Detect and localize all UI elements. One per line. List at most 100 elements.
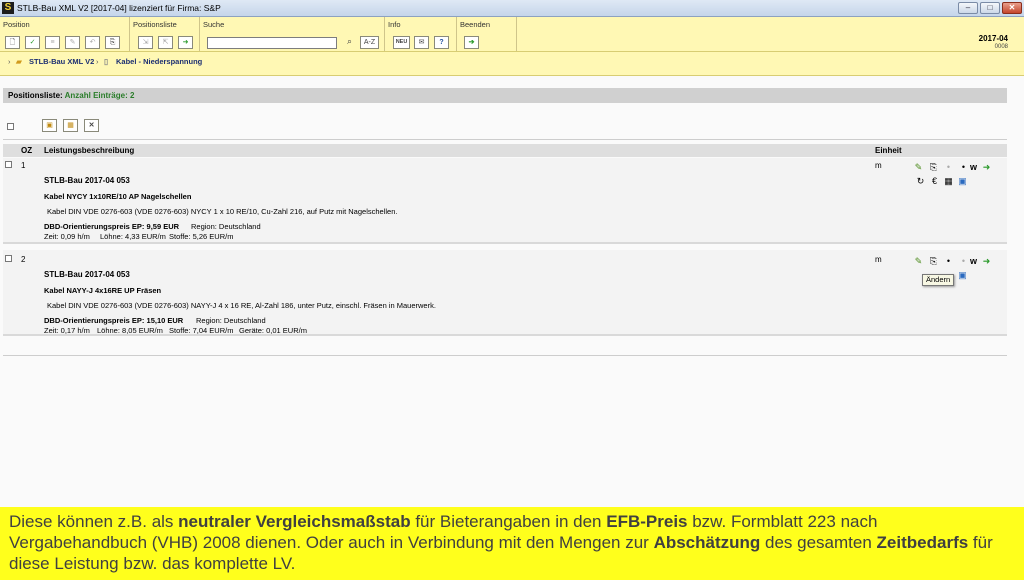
app-logo-icon: S	[2, 2, 14, 14]
table-icon[interactable]: ▦	[943, 176, 954, 186]
row-long-text: Kabel DIN VDE 0276-603 (VDE 0276-603) NA…	[47, 301, 436, 310]
caption-text: Diese können z.B. als	[9, 512, 179, 531]
ribbon-group-label: Positionsliste	[133, 20, 177, 29]
dot-gray-icon[interactable]: •	[943, 162, 954, 172]
column-unit[interactable]: Einheit	[875, 146, 902, 155]
row-short-text: Kabel NYCY 1x10RE/10 AP Nagelschellen	[44, 192, 192, 201]
caption-bold: Zeitbedarfs	[876, 533, 969, 552]
list-toolbar: ▣ ▦ ✕	[3, 116, 1007, 138]
dot-icon[interactable]: •	[943, 256, 954, 266]
select-all-checkbox[interactable]	[7, 123, 14, 130]
mail-icon[interactable]: ✉	[414, 36, 429, 49]
ribbon-group-beenden: Beenden ➔	[457, 17, 517, 51]
ribbon-group-label: Suche	[203, 20, 225, 29]
caption-banner: Diese können z.B. als neutraler Vergleic…	[0, 507, 1024, 580]
folder-add-icon[interactable]: ▣	[42, 119, 57, 132]
copy-text-icon[interactable]: ⎘	[928, 256, 939, 266]
caption-text: des gesamten	[760, 533, 877, 552]
row-unit: m	[875, 161, 882, 170]
binoculars-icon[interactable]: ⌕	[342, 36, 357, 49]
row-source: STLB-Bau 2017-04 053	[44, 176, 130, 185]
row-region: Region: Deutschland	[196, 316, 266, 325]
row-devices: Geräte: 0,01 EUR/m	[239, 326, 307, 335]
folder-search-icon[interactable]: ▦	[63, 119, 78, 132]
exit-icon[interactable]: ➔	[464, 36, 479, 49]
w-icon[interactable]: w	[968, 162, 979, 172]
row-long-text: Kabel DIN VDE 0276-603 (VDE 0276-603) NY…	[47, 207, 398, 216]
az-search-button[interactable]: A-Z	[360, 36, 379, 49]
edit-pencil-icon[interactable]: ✎	[913, 162, 924, 172]
info-box-icon[interactable]: ▣	[957, 270, 968, 280]
column-header: OZ Leistungsbeschreibung Einheit	[3, 144, 1007, 157]
row-oz: 2	[21, 255, 26, 264]
euro-icon[interactable]: €	[929, 176, 940, 186]
ribbon-group-info: Info NEU ✉ ?	[385, 17, 457, 51]
window-title: STLB-Bau XML V2 [2017-04] lizenziert für…	[17, 3, 221, 13]
row-price: DBD-Orientierungspreis EP: 15,10 EUR	[44, 316, 184, 325]
export-row-icon[interactable]: ➜	[981, 256, 992, 266]
ribbon-group-label: Info	[388, 20, 401, 29]
list-export-icon[interactable]: ⇱	[158, 36, 173, 49]
refresh-icon[interactable]: ↻	[915, 176, 926, 186]
ribbon-toolbar: Position 🗋 ✓ ≡ ✎ ↶ ⎘ Positionsliste ⇲ ⇱ …	[0, 17, 1024, 52]
position-list-label: Positionsliste:	[8, 91, 63, 100]
row-time: Zeit: 0,09 h/m	[44, 232, 90, 241]
list-import-icon[interactable]: ⇲	[138, 36, 153, 49]
new-document-icon[interactable]: 🗋	[5, 36, 20, 49]
edit-pencil-icon[interactable]: ✎	[913, 256, 924, 266]
maximize-button[interactable]: □	[980, 2, 1000, 14]
version-number: 0008	[994, 44, 1008, 50]
breadcrumb: › ▰ STLB-Bau XML V2 › ▯ Kabel - Niedersp…	[0, 52, 1024, 76]
check-icon[interactable]: ✓	[25, 36, 40, 49]
copy-icon[interactable]: ⎘	[105, 36, 120, 49]
tooltip: Ändern	[922, 274, 955, 286]
breadcrumb-root[interactable]: STLB-Bau XML V2	[29, 57, 94, 66]
row-unit: m	[875, 255, 882, 264]
caption-bold: EFB-Preis	[606, 512, 688, 531]
row-time: Zeit: 0,17 h/m	[44, 326, 90, 335]
export-row-icon[interactable]: ➜	[981, 162, 992, 172]
info-box-icon[interactable]: ▣	[957, 176, 968, 186]
row-checkbox[interactable]	[5, 161, 12, 168]
divider	[3, 139, 1007, 140]
edit-doc-icon[interactable]: ✎	[65, 36, 80, 49]
w-icon[interactable]: w	[968, 256, 979, 266]
minimize-button[interactable]: –	[958, 2, 978, 14]
list-icon[interactable]: ≡	[45, 36, 60, 49]
ribbon-group-positionsliste: Positionsliste ⇲ ⇱ ➜	[130, 17, 200, 51]
ribbon-group-label: Beenden	[460, 20, 491, 29]
document-icon: ▯	[104, 57, 109, 66]
row-checkbox[interactable]	[5, 255, 12, 262]
position-list-header: Positionsliste: Anzahl Einträge: 2	[3, 88, 1007, 103]
delete-icon[interactable]: ✕	[84, 119, 99, 132]
list-export-green-icon[interactable]: ➜	[178, 36, 193, 49]
ribbon-group-position: Position 🗋 ✓ ≡ ✎ ↶ ⎘	[0, 17, 130, 51]
table-row[interactable]: 1 STLB-Bau 2017-04 053 Kabel NYCY 1x10RE…	[3, 158, 1007, 244]
caption-bold: Abschätzung	[653, 533, 761, 552]
copy-text-icon[interactable]: ⎘	[928, 162, 939, 172]
ribbon-group-suche: Suche ⌕ A-Z	[200, 17, 385, 51]
row-short-text: Kabel NAYY-J 4x16RE UP Fräsen	[44, 286, 162, 295]
caption-text: für Bieterangaben in den	[410, 512, 607, 531]
close-button[interactable]: ✕	[1002, 2, 1022, 14]
row-source: STLB-Bau 2017-04 053	[44, 270, 130, 279]
row-materials: Stoffe: 5,26 EUR/m	[169, 232, 234, 241]
row-materials: Stoffe: 7,04 EUR/m	[169, 326, 234, 335]
main-content: Positionsliste: Anzahl Einträge: 2 ▣ ▦ ✕…	[0, 76, 1024, 510]
breadcrumb-leaf[interactable]: Kabel - Niederspannung	[116, 57, 202, 66]
table-row[interactable]: 2 STLB-Bau 2017-04 053 Kabel NAYY-J 4x16…	[3, 250, 1007, 336]
divider	[3, 355, 1007, 356]
column-description[interactable]: Leistungsbeschreibung	[44, 146, 134, 155]
title-bar: S STLB-Bau XML V2 [2017-04] lizenziert f…	[0, 0, 1024, 17]
row-price: DBD-Orientierungspreis EP: 9,59 EUR	[44, 222, 180, 231]
entry-count: Anzahl Einträge: 2	[64, 91, 135, 100]
row-wages: Löhne: 8,05 EUR/m	[97, 326, 163, 335]
folder-icon: ▰	[16, 57, 22, 66]
help-icon[interactable]: ?	[434, 36, 449, 49]
search-input[interactable]	[207, 37, 337, 49]
new-info-button[interactable]: NEU	[393, 36, 410, 49]
ribbon-group-label: Position	[3, 20, 30, 29]
chevron-right-icon: ›	[96, 57, 99, 66]
column-oz[interactable]: OZ	[21, 146, 32, 155]
undo-icon[interactable]: ↶	[85, 36, 100, 49]
